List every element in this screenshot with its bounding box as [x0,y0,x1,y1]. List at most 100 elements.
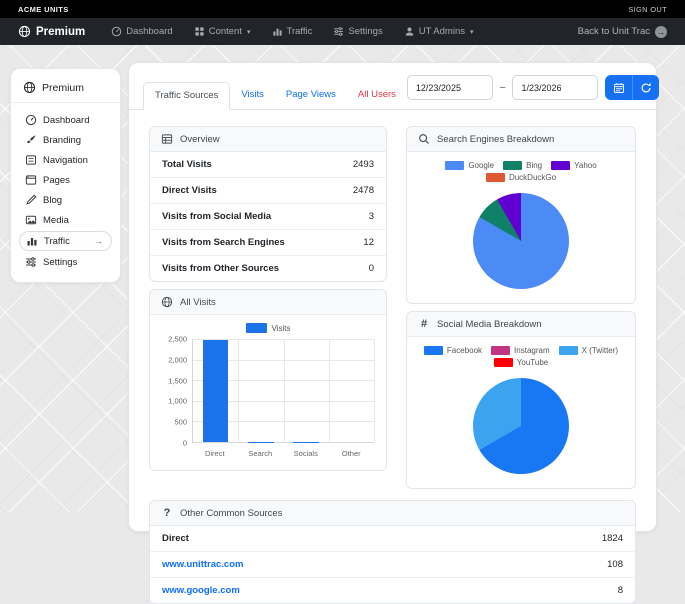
table-row: Visits from Other Sources 0 [150,256,386,281]
social-media-card-header: # Social Media Breakdown [407,312,635,337]
bar-chart-legend: Visits [162,323,374,339]
card-title: Search Engines Breakdown [437,134,554,145]
back-to-unit-trac-link[interactable]: Back to Unit Trac → [578,26,667,38]
sidebar-item-pages[interactable]: Pages [19,170,112,190]
nav-item-settings[interactable]: Settings [333,26,382,37]
row-value: 2493 [353,159,374,170]
tab-page-views[interactable]: Page Views [275,82,347,110]
overview-card: Overview Total Visits 2493 Direct Visits… [149,126,387,282]
company-name: ACME UNITS [18,5,69,14]
sliders-icon [333,26,344,37]
sidebar-item-navigation[interactable]: Navigation [19,150,112,170]
calendar-icon [613,82,625,94]
row-label: Direct Visits [162,185,217,196]
other-sources-card: ? Other Common Sources Direct 1824 www.u… [149,500,636,604]
tab-bar: Traffic Sources Visits Page Views All Us… [129,63,656,110]
legend-swatch [246,323,267,333]
nav-item-label: Settings [348,26,382,37]
arrow-right-circle-icon: → [655,26,667,38]
sidebar-item-label: Blog [43,195,62,206]
sidebar-item-settings[interactable]: Settings [19,252,112,272]
chevron-down-icon: ▾ [247,28,251,36]
bar-chart-icon [26,235,38,247]
search-engines-card: Search Engines Breakdown Google Bing Yah… [406,126,636,304]
row-value: 2478 [353,185,374,196]
search-engines-pie-chart [473,193,569,289]
legend-swatch [424,346,443,355]
speedometer-icon [25,114,37,126]
nav-item-traffic[interactable]: Traffic [272,26,313,37]
legend-label: Facebook [447,346,482,355]
sidebar-item-branding[interactable]: Branding [19,130,112,150]
bar-direct [203,340,228,442]
calendar-button[interactable] [605,75,632,100]
nav-item-dashboard[interactable]: Dashboard [111,26,172,37]
list-box-icon [25,154,37,166]
card-title: Overview [180,134,220,145]
back-link-label: Back to Unit Trac [578,26,650,37]
card-title: Other Common Sources [180,508,282,519]
legend-label: DuckDuckGo [509,173,556,182]
table-row: Visits from Search Engines 12 [150,230,386,256]
start-date-input[interactable] [407,75,493,100]
row-label: Visits from Social Media [162,211,271,222]
row-label: Direct [162,533,189,544]
plot-area [192,339,374,443]
table-row: Visits from Social Media 3 [150,204,386,230]
date-actions [605,75,659,100]
pie-legend: Facebook Instagram X (Twitter) YouTube [407,337,635,371]
sidebar-item-traffic[interactable]: Traffic → [19,231,112,251]
row-value: 0 [369,263,374,274]
sidebar-brand[interactable]: Premium [19,78,112,102]
tab-all-users[interactable]: All Users [347,82,407,110]
main-panel: Traffic Sources Visits Page Views All Us… [128,62,657,532]
end-date-input[interactable] [512,75,598,100]
legend-label: Instagram [514,346,550,355]
table-row: www.unittrac.com 108 [150,552,635,578]
other-sources-card-header: ? Other Common Sources [150,501,635,526]
table-row: Direct 1824 [150,526,635,552]
sidebar-item-label: Dashboard [43,115,89,126]
sign-out-link[interactable]: SIGN OUT [628,5,667,14]
legend-label: X (Twitter) [582,346,618,355]
refresh-button[interactable] [632,75,659,100]
image-icon [25,214,37,226]
pie-legend: Google Bing Yahoo DuckDuckGo [407,152,635,186]
legend-label: Bing [526,161,542,170]
legend-label: Visits [272,324,291,333]
sliders-icon [25,256,37,268]
sidebar-item-media[interactable]: Media [19,210,112,230]
chevron-down-icon: ▾ [470,28,474,36]
tab-visits[interactable]: Visits [230,82,275,110]
row-value: 108 [607,559,623,570]
navbar-brand[interactable]: Premium [18,25,85,38]
legend-swatch [494,358,513,367]
sidebar: Premium Dashboard Branding Navigation Pa… [10,68,121,283]
nav-item-label: UT Admins [419,26,465,37]
main-navbar: Premium Dashboard Content ▾ Traffic Sett… [0,18,685,45]
tab-traffic-sources[interactable]: Traffic Sources [143,82,230,110]
source-link[interactable]: www.unittrac.com [162,559,243,570]
sidebar-brand-label: Premium [42,82,84,94]
legend-swatch [503,161,522,170]
sidebar-item-dashboard[interactable]: Dashboard [19,110,112,130]
person-icon [404,26,415,37]
divider [11,102,120,103]
nav-item-content[interactable]: Content ▾ [194,26,251,37]
sidebar-item-label: Media [43,215,69,226]
search-icon [418,133,430,145]
y-axis: 2,500 2,000 1,500 1,000 500 0 [162,339,192,443]
social-media-pie-chart [473,378,569,474]
pen-icon [25,194,37,206]
all-visits-card: All Visits Visits 2,500 2,000 1,500 [149,289,387,471]
nav-item-ut-admins[interactable]: UT Admins ▾ [404,26,474,37]
legend-swatch [445,161,464,170]
nav-item-label: Dashboard [126,26,172,37]
row-value: 1824 [602,533,623,544]
sidebar-item-blog[interactable]: Blog [19,190,112,210]
navbar-brand-label: Premium [36,26,85,38]
legend-label: Yahoo [574,161,597,170]
globe-icon [18,25,31,38]
globe-icon [23,81,36,94]
source-link[interactable]: www.google.com [162,585,240,596]
